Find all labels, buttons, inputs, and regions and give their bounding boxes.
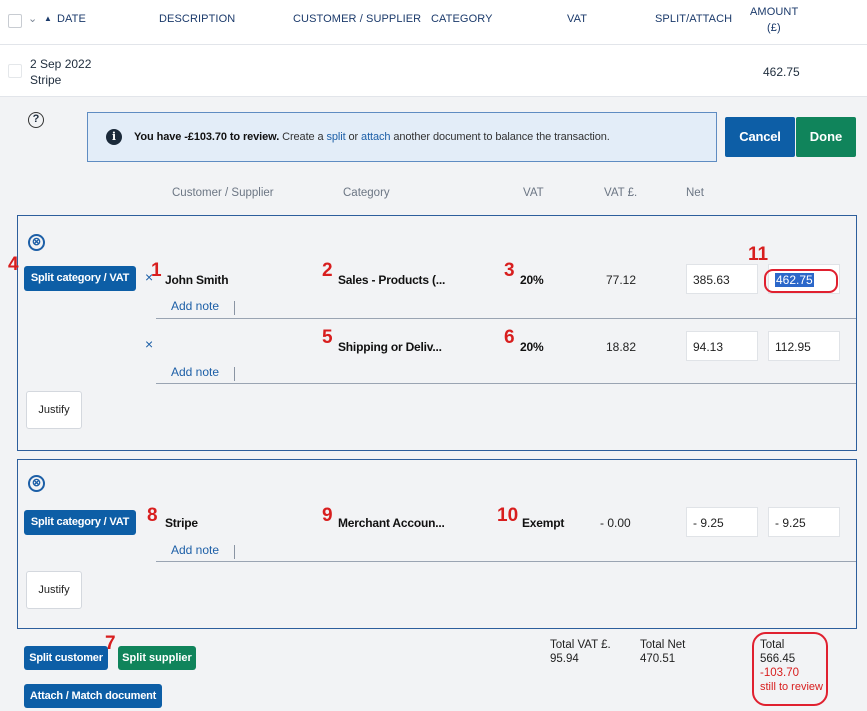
split-category-vat-button-2[interactable]: Split category / VAT [24, 510, 136, 535]
total-net-value: 470.51 [640, 653, 676, 665]
line-net-input[interactable]: - 9.25 [686, 507, 758, 537]
line-category[interactable]: Merchant Accoun... [338, 516, 445, 530]
annotation-3: 3 [504, 260, 515, 281]
annotation-10: 10 [497, 505, 519, 526]
remove-group-2-icon[interactable]: ⊗ [28, 475, 45, 492]
add-note-link[interactable]: Add note [171, 365, 219, 379]
annotation-6: 6 [504, 327, 515, 348]
line-customer[interactable]: John Smith [165, 273, 229, 287]
remove-line-icon[interactable]: × [145, 336, 153, 352]
table-header: ⌄ ▲ DATE DESCRIPTION CUSTOMER / SUPPLIER… [0, 0, 867, 45]
split-supplier-button[interactable]: Split supplier [118, 646, 196, 670]
transaction-description: Stripe [30, 73, 62, 87]
split-category-vat-button-1[interactable]: Split category / VAT [24, 266, 136, 291]
annotation-2: 2 [322, 260, 333, 281]
line-category[interactable]: Sales - Products (... [338, 273, 445, 287]
line-divider [156, 383, 856, 384]
annotation-8: 8 [147, 505, 158, 526]
line-vat-rate[interactable]: 20% [520, 273, 544, 287]
row-checkbox[interactable] [8, 64, 22, 78]
annotation-1: 1 [151, 260, 162, 281]
remove-group-1-icon[interactable]: ⊗ [28, 234, 45, 251]
attach-match-document-button[interactable]: Attach / Match document [24, 684, 162, 708]
col-amount[interactable]: AMOUNT [750, 6, 798, 18]
transaction-date: 2 Sep 2022 [30, 57, 92, 71]
col-label-category: Category [343, 187, 390, 199]
col-amount-unit: (£) [767, 22, 781, 34]
review-text-1: Create a [279, 131, 327, 143]
line-vat-amount: - 0.00 [600, 516, 631, 530]
annotation-5: 5 [322, 327, 333, 348]
review-banner: i You have -£103.70 to review. Create a … [87, 112, 717, 162]
line-vat-rate[interactable]: 20% [520, 340, 544, 354]
done-button[interactable]: Done [796, 117, 856, 157]
select-all-checkbox[interactable] [8, 14, 22, 28]
col-label-vat: VAT [523, 187, 544, 199]
annotation-7: 7 [105, 633, 116, 654]
annotation-9: 9 [322, 505, 333, 526]
col-customer-supplier[interactable]: CUSTOMER / SUPPLIER [293, 13, 421, 25]
note-separator [234, 367, 235, 381]
line-vat-amount: 77.12 [606, 273, 637, 287]
line-net-input[interactable]: 94.13 [686, 331, 758, 361]
col-split-attach[interactable]: SPLIT/ATTACH [655, 13, 732, 25]
col-label-customer-supplier: Customer / Supplier [172, 187, 274, 199]
add-note-link[interactable]: Add note [171, 299, 219, 313]
line-net-input[interactable]: 385.63 [686, 264, 758, 294]
col-label-vat-amount: VAT £. [604, 187, 638, 199]
review-message: You have -£103.70 to review. Create a sp… [134, 131, 610, 143]
highlight-ring-totals [752, 632, 828, 706]
split-customer-button[interactable]: Split customer [24, 646, 108, 670]
annotation-11: 11 [748, 244, 769, 265]
justify-button-2[interactable]: Justify [26, 571, 82, 609]
attach-link[interactable]: attach [361, 131, 390, 143]
total-vat-value: 95.94 [550, 653, 579, 665]
sort-asc-icon[interactable]: ▲ [44, 14, 52, 23]
total-net-label: Total Net [640, 639, 686, 651]
line-vat-amount: 18.82 [606, 340, 637, 354]
col-date[interactable]: DATE [57, 13, 86, 25]
line-gross-input[interactable]: 112.95 [768, 331, 840, 361]
col-vat[interactable]: VAT [567, 13, 587, 25]
note-separator [234, 545, 235, 559]
split-group-2 [17, 459, 857, 629]
add-note-link[interactable]: Add note [171, 543, 219, 557]
line-vat-rate[interactable]: Exempt [522, 516, 564, 530]
chevron-down-icon[interactable]: ⌄ [28, 12, 37, 25]
line-customer[interactable]: Stripe [165, 516, 198, 530]
col-description[interactable]: DESCRIPTION [159, 13, 235, 25]
cancel-button[interactable]: Cancel [725, 117, 795, 157]
line-divider [156, 318, 856, 319]
info-icon: i [106, 129, 122, 145]
review-text-2: or [345, 131, 362, 143]
split-link[interactable]: split [326, 131, 345, 143]
line-gross-input[interactable]: - 9.25 [768, 507, 840, 537]
review-amount-text: You have -£103.70 to review. [134, 131, 280, 143]
annotation-4: 4 [8, 254, 19, 275]
note-separator [234, 301, 235, 315]
transaction-row[interactable]: 2 Sep 2022 Stripe 462.75 [0, 45, 867, 97]
col-label-net: Net [686, 187, 704, 199]
total-vat-label: Total VAT £. [550, 639, 611, 651]
help-icon[interactable]: ? [28, 112, 44, 128]
line-category[interactable]: Shipping or Deliv... [338, 340, 442, 354]
transaction-amount: 462.75 [763, 65, 800, 79]
review-text-3: another document to balance the transact… [390, 131, 610, 143]
col-category[interactable]: CATEGORY [431, 13, 493, 25]
highlight-ring-gross [764, 269, 838, 293]
justify-button-1[interactable]: Justify [26, 391, 82, 429]
line-divider [156, 561, 856, 562]
